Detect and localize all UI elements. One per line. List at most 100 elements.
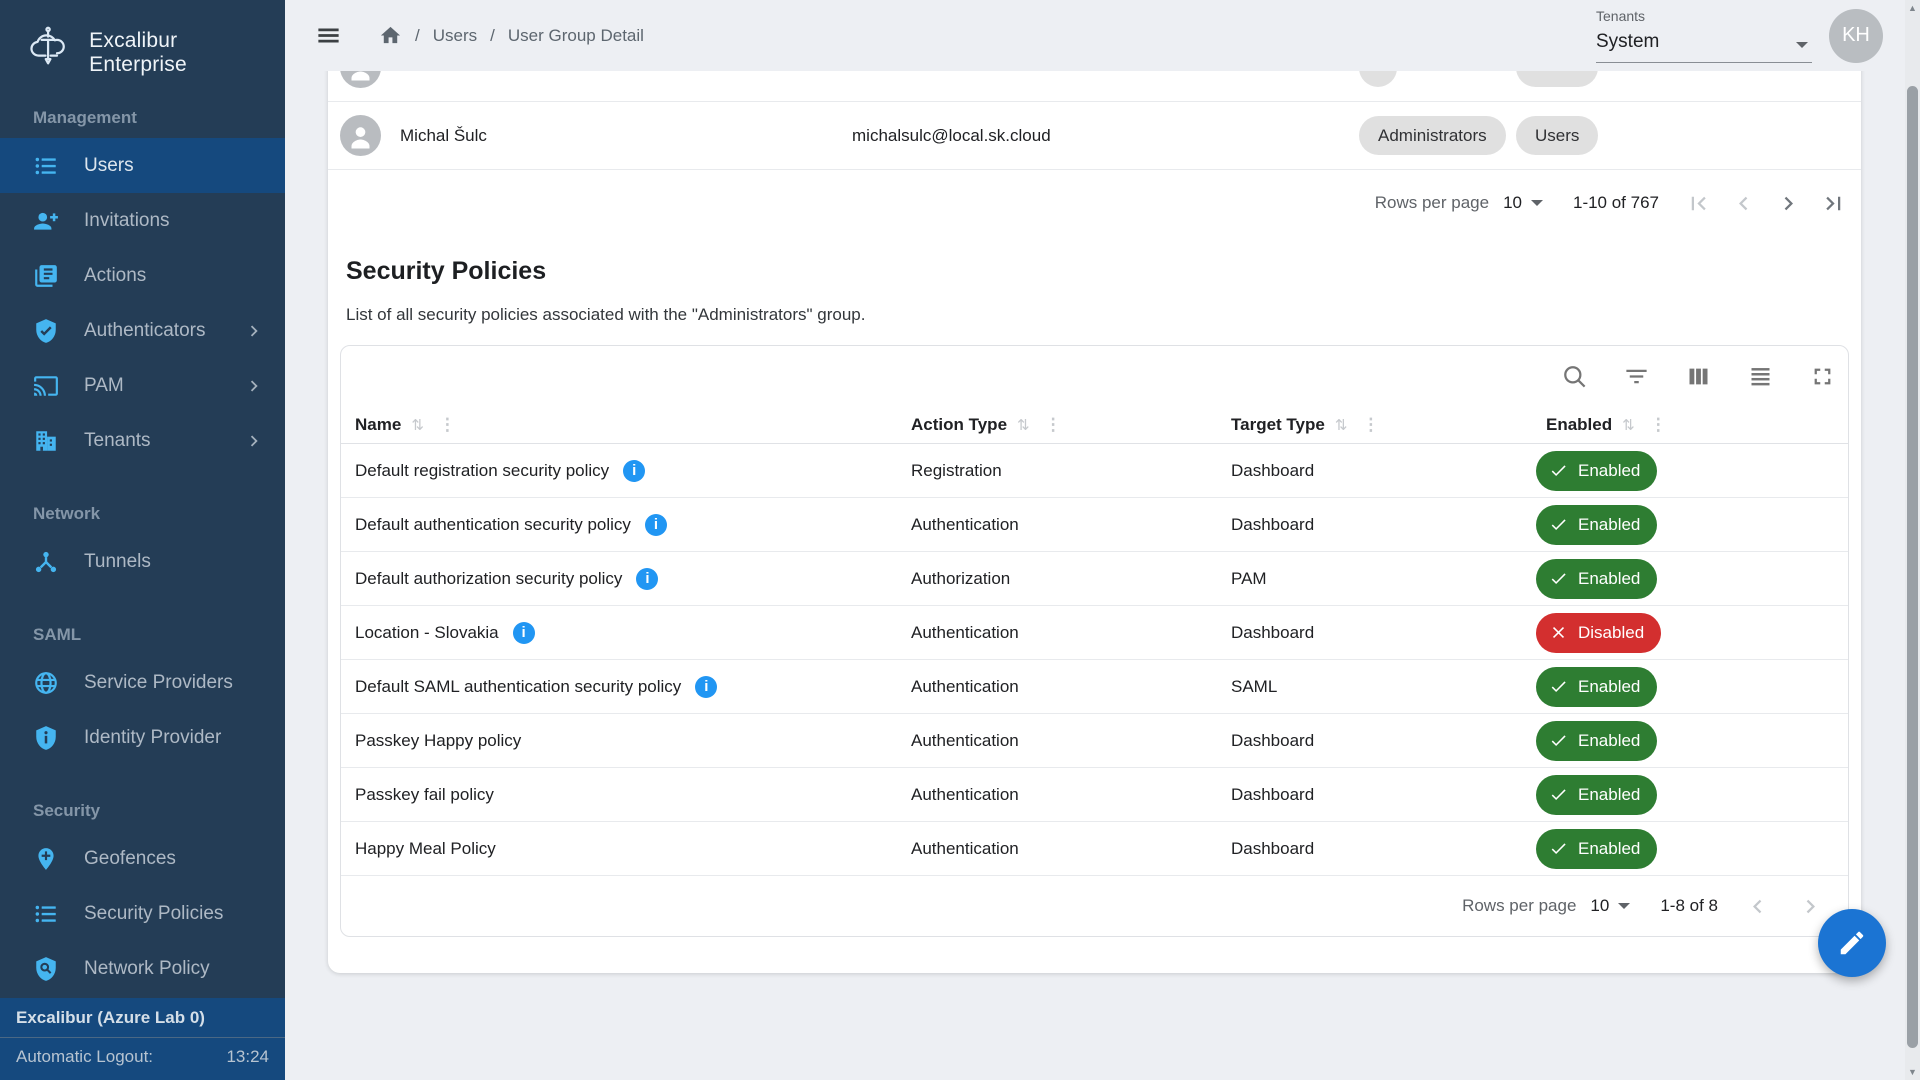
policy-name: Default authorization security policyi [355,568,658,590]
first-page-button[interactable] [1685,190,1712,217]
location-pin-icon [33,846,59,872]
sidebar-item-geofences[interactable]: Geofences [0,831,285,886]
column-header-name[interactable]: Name⇅⋮ [355,415,456,435]
section-label-management: Management [0,108,285,128]
column-header-action-type[interactable]: Action Type ⇅ ⋮ [911,415,1062,435]
next-page-button[interactable] [1797,893,1824,920]
sort-icon[interactable]: ⇅ [411,416,424,434]
column-menu-icon[interactable]: ⋮ [1650,415,1667,435]
sidebar-item-label: Tenants [84,430,151,452]
sidebar-item-users[interactable]: Users [0,138,285,193]
column-header-label: Enabled [1546,415,1612,435]
list-icon [33,901,59,927]
info-icon[interactable]: i [695,676,717,698]
info-icon[interactable]: i [645,514,667,536]
policy-row[interactable]: Happy Meal Policy Authentication Dashboard… [341,822,1848,876]
policy-target-type: Dashboard [1231,839,1314,859]
fullscreen-icon[interactable] [1809,363,1836,390]
policy-target-type: Dashboard [1231,461,1314,481]
sidebar-item-label: Invitations [84,210,170,232]
sidebar-item-identity-provider[interactable]: Identity Provider [0,710,285,765]
column-header-target-type[interactable]: Target Type ⇅ ⋮ [1231,415,1379,435]
edit-fab-button[interactable] [1818,909,1886,977]
sort-icon[interactable]: ⇅ [1335,416,1348,434]
scroll-up-arrow-icon[interactable]: ▲ [1905,0,1920,16]
rows-per-page-label: Rows per page [1462,896,1576,916]
rows-per-page-select[interactable]: Rows per page 10 [1462,896,1630,916]
user-row[interactable]: Michal Šulc michalsulc@local.sk.cloud Ad… [328,102,1861,170]
columns-icon[interactable] [1685,363,1712,390]
policy-action-type: Authentication [911,839,1019,859]
section-label-saml: SAML [0,625,285,645]
sidebar-item-actions[interactable]: Actions [0,248,285,303]
user-avatar[interactable]: KH [1829,9,1883,63]
user-group-detail-card: Michal Šulc michalsulc@local.sk.cloud Ad… [328,41,1861,973]
check-icon [1549,677,1568,696]
sidebar-item-invitations[interactable]: Invitations [0,193,285,248]
sort-icon[interactable]: ⇅ [1017,416,1030,434]
rows-per-page-select[interactable]: Rows per page 10 [1375,193,1543,213]
status-badge-enabled[interactable]: Enabled [1536,451,1657,491]
filter-icon[interactable] [1623,363,1650,390]
status-badge-enabled[interactable]: Enabled [1536,667,1657,707]
rows-per-page-value: 10 [1590,896,1609,916]
check-icon [1549,569,1568,588]
policy-row[interactable]: Default SAML authentication security pol… [341,660,1848,714]
menu-toggle-button[interactable] [315,22,342,49]
automatic-logout-time: 13:24 [226,1047,269,1067]
excalibur-cloud-sword-logo-icon [20,24,76,82]
policy-row[interactable]: Passkey fail policyAuthenticationDashboa… [341,768,1848,822]
status-badge-enabled[interactable]: Enabled [1536,829,1657,869]
policy-row[interactable]: Default authorization security policyiAu… [341,552,1848,606]
density-icon[interactable] [1747,363,1774,390]
info-icon[interactable]: i [623,460,645,482]
column-header-label: Action Type [911,415,1007,435]
home-icon[interactable] [379,24,402,47]
policy-row[interactable]: Default authentication security policyiA… [341,498,1848,552]
cast-screen-icon [33,373,59,399]
policy-row[interactable]: Location - SlovakiaiAuthenticationDashbo… [341,606,1848,660]
policy-target-type: PAM [1231,569,1267,589]
status-badge-enabled[interactable]: Enabled [1536,775,1657,815]
scrollbar-thumb[interactable] [1907,86,1918,1048]
previous-page-button[interactable] [1744,893,1771,920]
tenants-select[interactable]: Tenants System [1596,8,1812,63]
sidebar-item-tunnels[interactable]: Tunnels [0,534,285,589]
sidebar-item-network-policy[interactable]: Network Policy [0,941,285,996]
sidebar-item-security-policies[interactable]: Security Policies [0,886,285,941]
policy-name: Happy Meal Policy [355,839,496,859]
sidebar-item-tenants[interactable]: Tenants [0,413,285,468]
status-badge-enabled[interactable]: Enabled [1536,505,1657,545]
previous-page-button[interactable] [1730,190,1757,217]
info-icon[interactable]: i [513,622,535,644]
column-header-enabled[interactable]: Enabled ⇅ ⋮ [1546,415,1667,435]
policy-row[interactable]: Passkey Happy policyAuthenticationDashbo… [341,714,1848,768]
policy-row[interactable]: Default registration security policyiReg… [341,444,1848,498]
next-page-button[interactable] [1775,190,1802,217]
vertical-scrollbar[interactable]: ▲ ▼ [1905,0,1920,1080]
status-badge-disabled[interactable]: Disabled [1536,613,1661,653]
sidebar-item-authenticators[interactable]: Authenticators [0,303,285,358]
status-badge-enabled[interactable]: Enabled [1536,559,1657,599]
sort-icon[interactable]: ⇅ [1622,416,1635,434]
table-body: Default registration security policyiReg… [341,444,1848,876]
policy-action-type: Authentication [911,677,1019,697]
user-name: Michal Šulc [400,126,487,146]
info-icon[interactable]: i [636,568,658,590]
column-menu-icon[interactable]: ⋮ [439,415,456,435]
column-menu-icon[interactable]: ⋮ [1045,415,1062,435]
last-page-button[interactable] [1820,190,1847,217]
shield-search-icon [33,956,59,982]
breadcrumb-users[interactable]: Users [433,26,477,46]
column-menu-icon[interactable]: ⋮ [1362,415,1379,435]
sidebar-item-service-providers[interactable]: Service Providers [0,655,285,710]
scroll-down-arrow-icon[interactable]: ▼ [1905,1064,1920,1080]
column-header-label: Target Type [1231,415,1325,435]
policy-action-type: Authentication [911,785,1019,805]
status-badge-enabled[interactable]: Enabled [1536,721,1657,761]
sidebar-item-label: Geofences [84,848,176,870]
search-icon[interactable] [1561,363,1588,390]
sidebar-item-pam[interactable]: PAM [0,358,285,413]
group-chip-users: Users [1516,116,1598,155]
breadcrumb-separator: / [490,26,495,46]
